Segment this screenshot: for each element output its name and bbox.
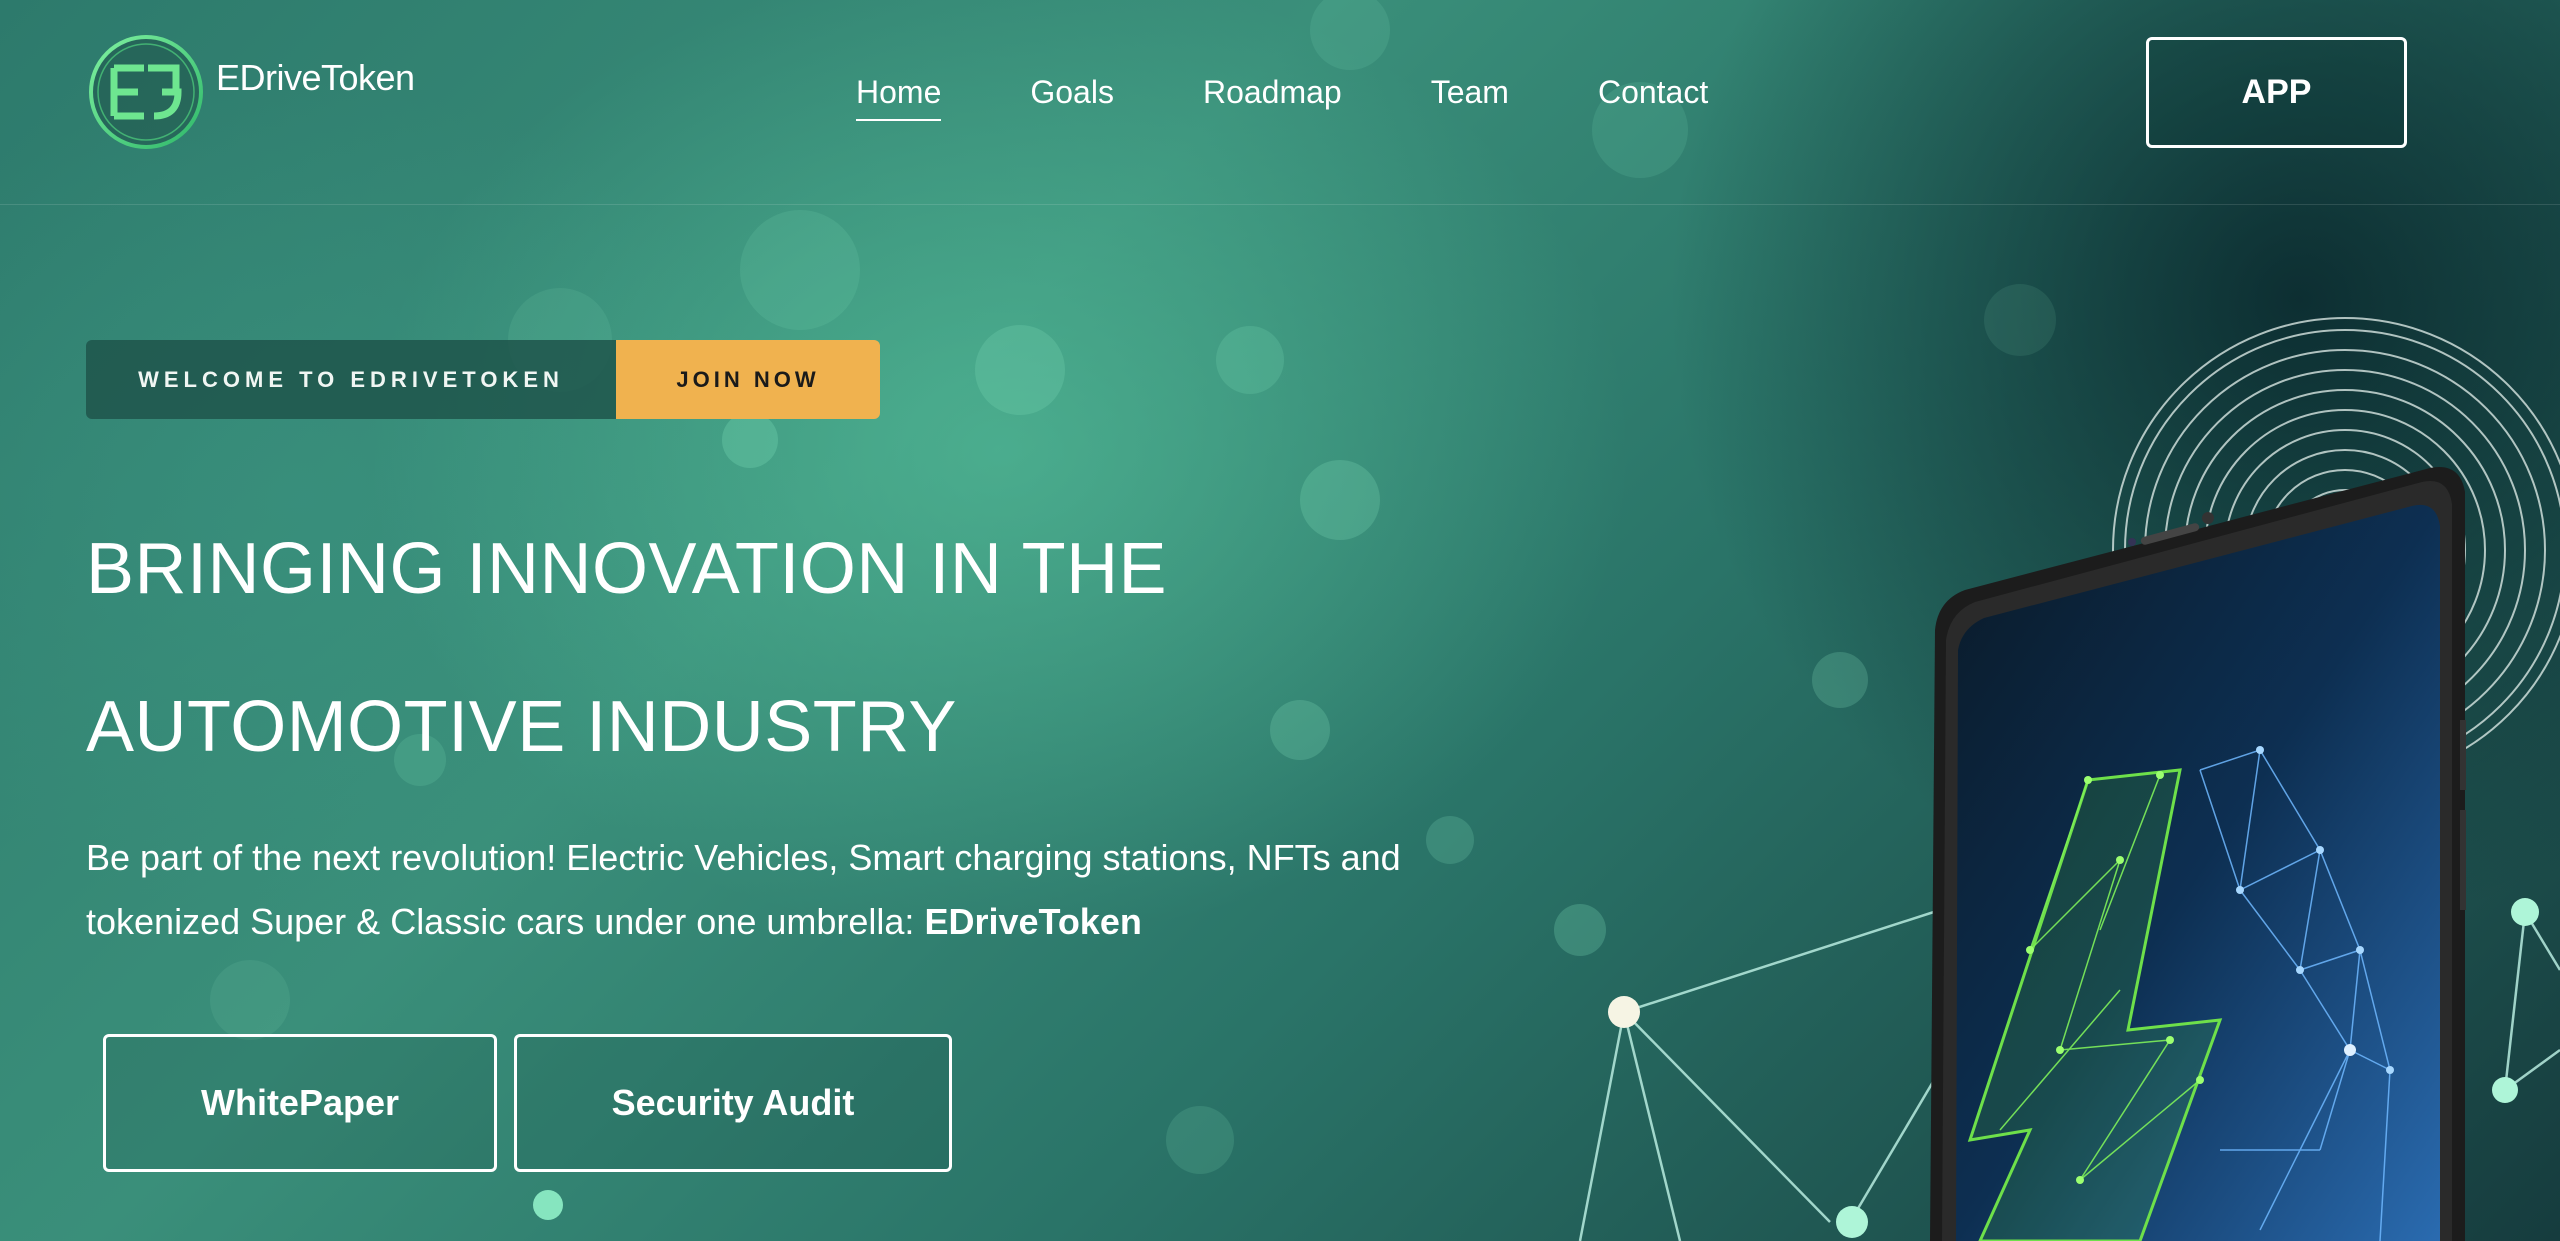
site-header: EDriveToken Home Goals Roadmap Team Cont… — [0, 0, 2560, 205]
nav-roadmap[interactable]: Roadmap — [1203, 74, 1342, 117]
security-audit-button[interactable]: Security Audit — [514, 1034, 952, 1172]
brand-logo[interactable]: EDriveToken — [88, 34, 415, 150]
brand-name: EDriveToken — [216, 57, 415, 98]
app-button[interactable]: APP — [2146, 37, 2407, 148]
welcome-strip: WELCOME TO EDRIVETOKEN JOIN NOW — [86, 340, 880, 419]
nav-contact[interactable]: Contact — [1598, 74, 1708, 117]
join-now-button[interactable]: JOIN NOW — [616, 340, 880, 419]
smartphone — [1930, 467, 2466, 1241]
phone-illustration — [1578, 317, 2560, 1241]
edrivetoken-logo-icon — [89, 35, 203, 149]
welcome-label: WELCOME TO EDRIVETOKEN — [86, 340, 616, 419]
hero-subtext-brand: EDriveToken — [924, 901, 1142, 942]
nav-team[interactable]: Team — [1431, 74, 1509, 117]
headline-line-1: BRINGING INNOVATION IN THE — [86, 529, 1168, 609]
whitepaper-button[interactable]: WhitePaper — [103, 1034, 497, 1172]
hero-subtext-body: Be part of the next revolution! Electric… — [86, 837, 1401, 942]
nav-home[interactable]: Home — [856, 74, 942, 121]
hero-subtext: Be part of the next revolution! Electric… — [86, 826, 1506, 954]
nav-goals[interactable]: Goals — [1030, 74, 1114, 117]
main-nav: Home Goals Roadmap Team Contact — [856, 74, 1797, 121]
hero-headline: BRINGING INNOVATION IN THE AUTOMOTIVE IN… — [86, 490, 1386, 806]
headline-line-2: AUTOMOTIVE INDUSTRY — [86, 687, 957, 767]
